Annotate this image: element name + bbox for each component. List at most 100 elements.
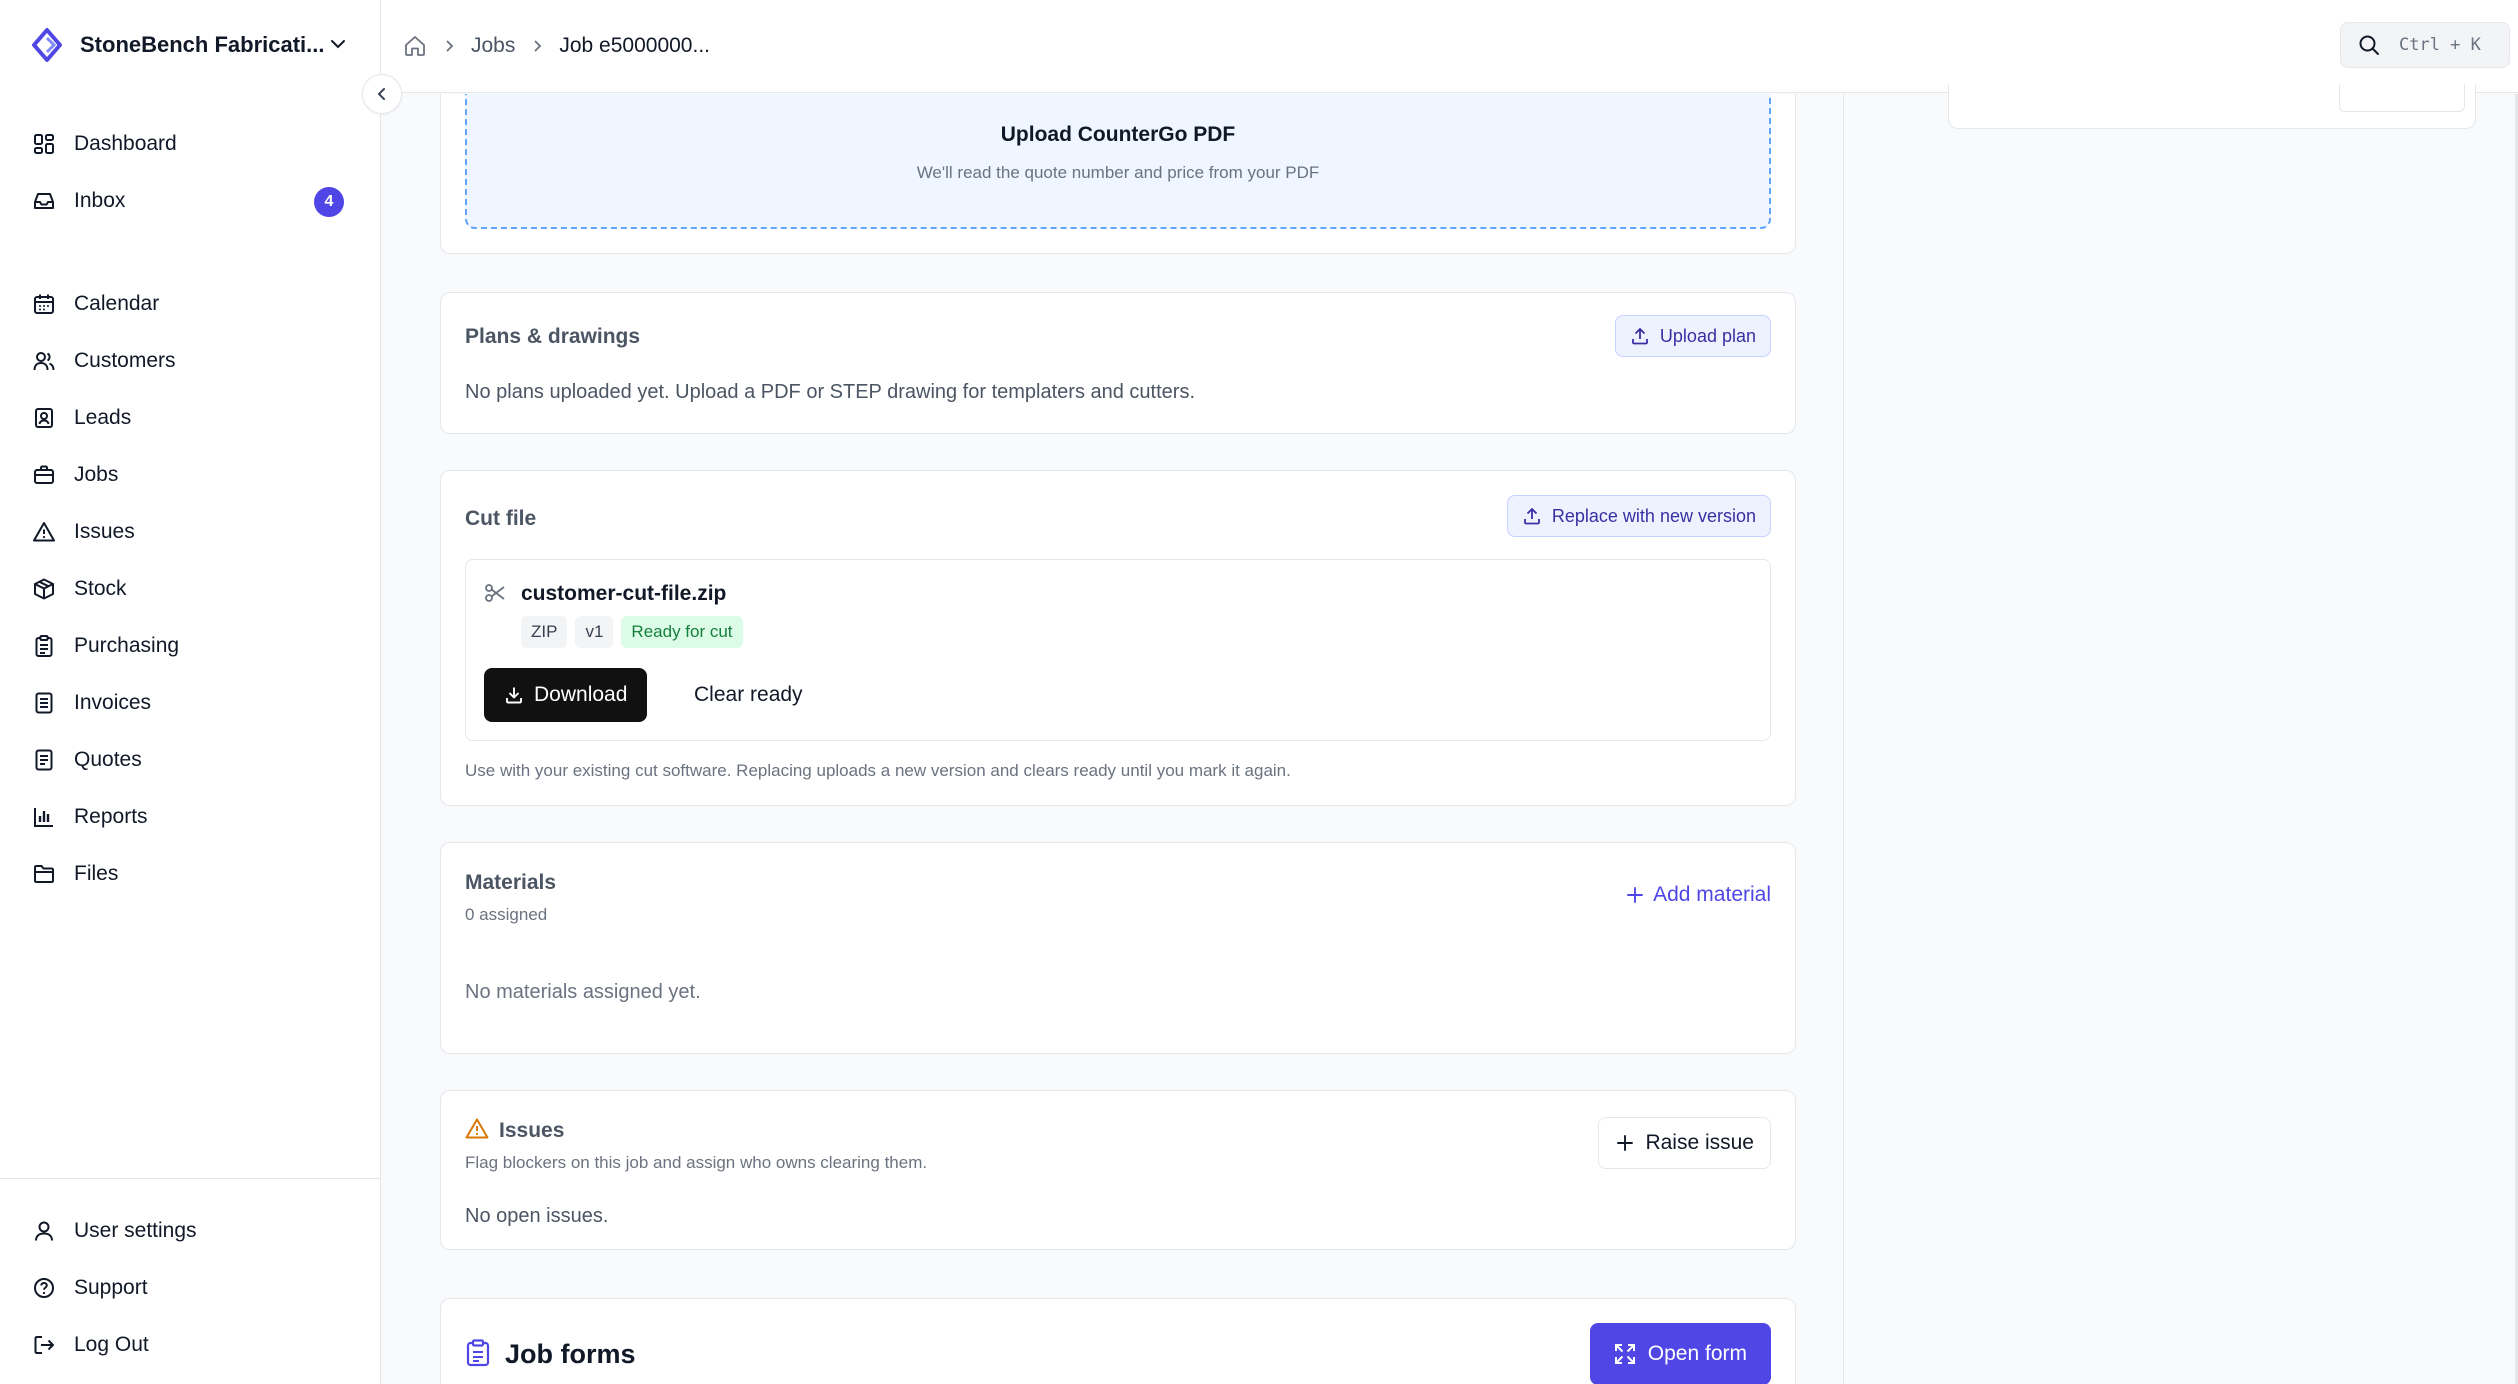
upload-plan-button[interactable]: Upload plan <box>1614 315 1771 357</box>
rail-card-control[interactable] <box>2339 84 2465 112</box>
sidebar-item-label: Calendar <box>74 292 160 315</box>
clipboard-icon <box>30 632 58 660</box>
quote-icon <box>30 746 58 774</box>
ready-status-badge: Ready for cut <box>621 616 743 648</box>
breadcrumb: Jobs Job e5000000... <box>403 28 710 64</box>
sidebar-item-issues[interactable]: Issues <box>30 509 346 555</box>
sidebar-item-label: Support <box>74 1276 148 1299</box>
replace-version-button[interactable]: Replace with new version <box>1506 495 1771 537</box>
countergo-upload-card: Upload CounterGo PDF We'll read the quot… <box>440 94 1796 254</box>
clear-ready-button[interactable]: Clear ready <box>680 668 817 722</box>
sidebar-item-label: Issues <box>74 520 135 543</box>
download-icon <box>504 685 524 705</box>
materials-card: Materials 0 assigned Add material No mat… <box>440 842 1796 1054</box>
briefcase-icon <box>30 461 58 489</box>
sidebar-divider <box>0 1178 380 1179</box>
add-material-button[interactable]: Add material <box>1625 883 1771 907</box>
issues-title: Issues <box>499 1119 565 1142</box>
rail-card <box>1948 84 2476 129</box>
sidebar: StoneBench Fabricati... Dashboard Inbox … <box>0 0 381 1384</box>
help-icon <box>30 1274 58 1302</box>
sidebar-item-label: Reports <box>74 805 148 828</box>
job-forms-title: Job forms <box>505 1339 636 1369</box>
sidebar-item-label: Jobs <box>74 463 119 486</box>
sidebar-item-stock[interactable]: Stock <box>30 566 346 612</box>
sidebar-item-purchasing[interactable]: Purchasing <box>30 623 346 669</box>
sidebar-item-label: Invoices <box>74 691 152 714</box>
cut-file-name: customer-cut-file.zip <box>521 582 727 605</box>
chevron-down-icon <box>326 32 350 56</box>
chevron-right-icon <box>441 38 457 54</box>
plans-title: Plans & drawings <box>465 325 641 348</box>
cut-file-item: customer-cut-file.zip ZIP v1 Ready for c… <box>465 559 1771 741</box>
bar-chart-icon <box>30 803 58 831</box>
sidebar-item-invoices[interactable]: Invoices <box>30 680 346 726</box>
collapse-sidebar-button[interactable] <box>362 74 402 114</box>
dropzone-subtitle: We'll read the quote number and price fr… <box>916 163 1320 182</box>
sidebar-item-customers[interactable]: Customers <box>30 338 346 384</box>
sidebar-item-support[interactable]: Support <box>30 1265 346 1311</box>
sidebar-item-files[interactable]: Files <box>30 851 346 897</box>
diamond-logo-icon <box>30 28 64 62</box>
sidebar-item-dashboard[interactable]: Dashboard <box>30 121 346 167</box>
search-shortcut: Ctrl + K <box>2399 35 2481 55</box>
download-button[interactable]: Download <box>484 668 648 722</box>
file-version-tag: v1 <box>575 616 614 648</box>
sidebar-item-user-settings[interactable]: User settings <box>30 1208 346 1254</box>
materials-title: Materials <box>465 871 557 894</box>
file-type-tag: ZIP <box>521 616 568 648</box>
sidebar-item-jobs[interactable]: Jobs <box>30 452 346 498</box>
dashboard-icon <box>30 130 58 158</box>
job-forms-card: Job forms Open form <box>440 1298 1796 1384</box>
open-form-label: Open form <box>1647 1342 1747 1365</box>
issues-card: Issues Flag blockers on this job and ass… <box>440 1090 1796 1250</box>
home-icon[interactable] <box>403 34 427 58</box>
box-icon <box>30 575 58 603</box>
inbox-icon <box>30 187 58 215</box>
sidebar-item-logout[interactable]: Log Out <box>30 1322 346 1368</box>
raise-issue-button[interactable]: Raise issue <box>1598 1117 1771 1169</box>
job-detail-main: Upload CounterGo PDF We'll read the quot… <box>382 94 1842 1384</box>
sidebar-item-reports[interactable]: Reports <box>30 794 346 840</box>
raise-issue-label: Raise issue <box>1645 1131 1754 1154</box>
sidebar-item-label: Inbox <box>74 189 126 212</box>
org-name: StoneBench Fabricati... <box>80 32 325 57</box>
chevron-left-icon <box>374 86 390 102</box>
plus-icon <box>1615 1133 1635 1153</box>
dropzone-title: Upload CounterGo PDF <box>1000 123 1236 146</box>
sidebar-item-leads[interactable]: Leads <box>30 395 346 441</box>
breadcrumb-jobs[interactable]: Jobs <box>471 34 515 58</box>
sidebar-item-inbox[interactable]: Inbox 4 <box>30 178 346 224</box>
open-form-button[interactable]: Open form <box>1589 1323 1771 1384</box>
replace-version-label: Replace with new version <box>1551 505 1756 526</box>
invoice-icon <box>30 689 58 717</box>
clipboard-icon <box>465 1339 491 1367</box>
issues-subtitle: Flag blockers on this job and assign who… <box>465 1153 928 1172</box>
scissors-icon <box>484 582 506 604</box>
contact-icon <box>30 404 58 432</box>
expand-icon <box>1614 1343 1636 1365</box>
add-material-label: Add material <box>1653 883 1771 906</box>
logout-icon <box>30 1331 58 1359</box>
materials-count: 0 assigned <box>465 905 548 924</box>
org-switcher[interactable]: StoneBench Fabricati... <box>30 22 350 68</box>
sidebar-item-label: Files <box>74 862 119 885</box>
sidebar-item-calendar[interactable]: Calendar <box>30 281 346 327</box>
sidebar-item-label: Dashboard <box>74 132 177 155</box>
cut-file-note: Use with your existing cut software. Rep… <box>465 761 1291 780</box>
upload-icon <box>1522 506 1542 526</box>
search-button[interactable]: Ctrl + K <box>2340 22 2510 68</box>
upload-plan-label: Upload plan <box>1659 325 1756 346</box>
user-icon <box>30 1217 58 1245</box>
upload-icon <box>1630 326 1650 346</box>
sidebar-item-label: Stock <box>74 577 127 600</box>
cut-file-card: Cut file Replace with new version custom… <box>440 470 1796 806</box>
cut-file-title: Cut file <box>465 507 537 530</box>
plans-card: Plans & drawings Upload plan No plans up… <box>440 292 1796 434</box>
materials-empty-text: No materials assigned yet. <box>465 981 701 1003</box>
pdf-dropzone[interactable]: Upload CounterGo PDF We'll read the quot… <box>465 94 1771 229</box>
sidebar-item-quotes[interactable]: Quotes <box>30 737 346 783</box>
issues-empty-text: No open issues. <box>465 1205 609 1227</box>
calendar-icon <box>30 290 58 318</box>
cut-file-tags: ZIP v1 Ready for cut <box>521 616 751 648</box>
